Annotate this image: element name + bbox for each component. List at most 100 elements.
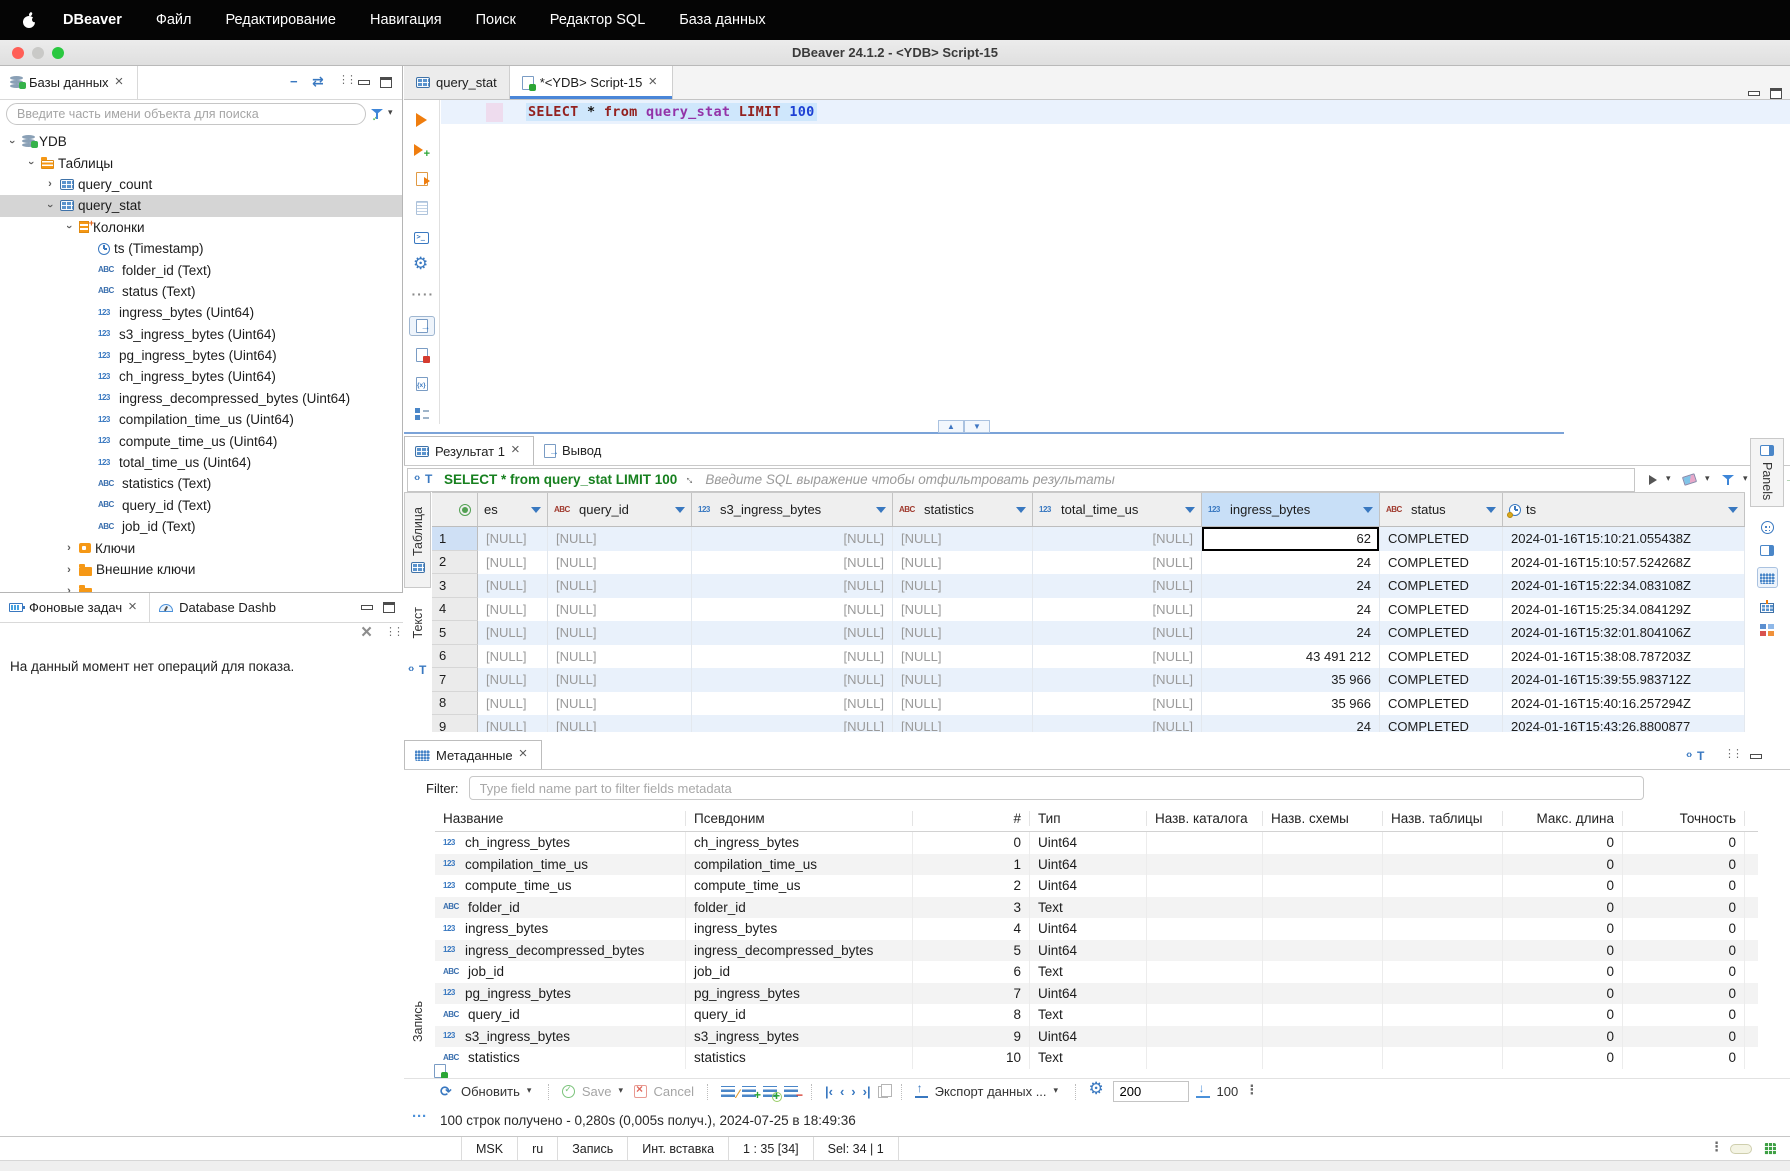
apple-menu-icon[interactable] [22,12,37,29]
grid-cell[interactable]: COMPLETED [1380,551,1503,575]
metadata-cell[interactable]: ingress_decompressed_bytes [686,940,913,962]
metadata-cell[interactable]: compute_time_us [686,875,913,897]
metadata-cell[interactable] [1147,897,1263,919]
grid-cell[interactable]: [NULL] [893,668,1033,692]
metadata-cell[interactable] [1383,875,1503,897]
metadata-cell[interactable]: 5 [913,940,1030,962]
grid-cell[interactable]: [NULL] [692,645,893,669]
results-filter-box[interactable]: SELECT * from query_stat LIMIT 100 Введи… [407,468,1635,492]
metadata-cell[interactable]: Uint64 [1030,983,1147,1005]
tree-item-ingress_decompressed_bytes[interactable]: ingress_decompressed_bytes (Uint64) [0,388,402,409]
metadata-cell[interactable]: 0 [1503,854,1623,876]
export-dropdown-icon[interactable] [1054,1087,1062,1097]
tree-item-pg_ingress_bytes[interactable]: pg_ingress_bytes (Uint64) [0,345,402,366]
grid-cell[interactable]: [NULL] [548,551,692,575]
metadata-cell[interactable]: 0 [1503,918,1623,940]
export-data-button[interactable]: Экспорт данных ... [935,1084,1047,1099]
last-row-icon[interactable]: ›| [863,1085,871,1098]
collapse-all-icon[interactable] [290,77,302,89]
refresh-icon[interactable] [440,1085,454,1099]
first-row-icon[interactable]: |‹ [825,1085,833,1098]
grid-cell[interactable]: [NULL] [893,551,1033,575]
tree-collapse-icon[interactable] [44,200,56,212]
tree-collapse-icon[interactable] [63,221,75,233]
sql-statement[interactable]: SELECT * from query_stat LIMIT 100 [526,103,817,121]
add-row-icon[interactable] [742,1086,756,1097]
column-header-ts[interactable]: ts [1503,493,1745,526]
row-number-cell[interactable]: 4 [432,598,478,622]
metadata-cell[interactable]: Uint64 [1030,854,1147,876]
tree-item-status[interactable]: status (Text) [0,281,402,302]
grid-cell[interactable]: [NULL] [548,715,692,732]
metadata-cell[interactable] [1147,1004,1263,1026]
minimize-view-icon[interactable] [361,605,373,610]
grid-cell[interactable]: [NULL] [548,527,692,551]
execute-new-tab-button[interactable] [409,139,435,159]
metadata-cell[interactable]: Uint64 [1030,940,1147,962]
metadata-cell[interactable] [1263,940,1383,962]
metadata-column-6[interactable]: Назв. схемы [1263,811,1383,826]
result-settings-icon[interactable] [1089,1083,1106,1100]
metadata-cell[interactable]: s3_ingress_bytes [435,1026,686,1048]
menu-item-2[interactable]: Файл [139,12,209,28]
minimize-view-icon[interactable] [1748,91,1760,96]
object-search-input[interactable] [6,103,366,125]
sql-editor[interactable]: SELECT * from query_stat LIMIT 100 [404,100,1790,424]
metadata-cell[interactable]: 0 [913,832,1030,854]
column-header-status[interactable]: status [1380,493,1503,526]
tree-item-Таблицы[interactable]: Таблицы [0,152,402,173]
record-mode-icon[interactable] [434,1064,446,1078]
grid-cell[interactable]: COMPLETED [1380,692,1503,716]
grid-cell[interactable]: [NULL] [692,621,893,645]
metadata-cell[interactable]: 0 [1623,1004,1745,1026]
grid-cell[interactable]: COMPLETED [1380,527,1503,551]
grid-cell[interactable]: 2024-01-16T15:32:01.804106Z [1503,621,1745,645]
tree-item-s3_ingress_bytes[interactable]: s3_ingress_bytes (Uint64) [0,324,402,345]
execute-statement-button[interactable] [409,110,435,130]
metadata-cell[interactable] [1263,1047,1383,1069]
row-number-cell[interactable]: 6 [432,645,478,669]
tree-item-partial[interactable] [0,580,402,592]
metadata-cell[interactable]: 9 [913,1026,1030,1048]
metadata-cell[interactable]: 0 [1503,1004,1623,1026]
grid-cell[interactable]: [NULL] [893,715,1033,732]
column-header-query_id[interactable]: query_id [548,493,692,526]
minimize-panel-icon[interactable] [1750,754,1762,759]
grid-cell[interactable]: 35 966 [1202,692,1380,716]
metadata-cell[interactable]: Text [1030,1004,1147,1026]
save-button[interactable]: Save [582,1084,612,1099]
menu-item-6[interactable]: Редактор SQL [533,12,662,28]
tree-item-job_id[interactable]: job_id (Text) [0,516,402,537]
metadata-cell[interactable] [1263,897,1383,919]
metadata-cell[interactable]: Text [1030,1047,1147,1069]
calculator-panel-button[interactable] [1757,567,1778,588]
grid-cell[interactable]: [NULL] [1033,598,1202,622]
close-icon[interactable] [511,444,523,458]
metadata-cell[interactable]: 0 [1503,1026,1623,1048]
grid-cell[interactable]: [NULL] [692,668,893,692]
tree-item-ingress_bytes[interactable]: ingress_bytes (Uint64) [0,302,402,323]
duplicate-row-icon[interactable] [763,1086,777,1097]
view-menu-icon[interactable] [385,627,395,642]
metadata-cell[interactable]: 0 [1503,1047,1623,1069]
grid-cell[interactable]: COMPLETED [1380,598,1503,622]
grid-cell[interactable]: [NULL] [893,692,1033,716]
metadata-cell[interactable] [1263,854,1383,876]
grid-cell[interactable]: [NULL] [692,598,893,622]
grid-cell[interactable]: [NULL] [478,692,548,716]
close-icon[interactable] [648,76,660,90]
tree-collapse-icon[interactable] [6,136,18,148]
sort-dropdown-icon[interactable] [1185,507,1195,513]
toolbar-overflow-icon[interactable] [1245,1084,1253,1099]
row-number-cell[interactable]: 2 [432,551,478,575]
result-grid[interactable]: esquery_ids3_ingress_bytesstatisticstota… [432,492,1745,732]
refresh-button[interactable]: Обновить [461,1084,520,1099]
menu-item-4[interactable]: Навигация [353,12,459,28]
row-number-cell[interactable]: 8 [432,692,478,716]
tree-item-ts[interactable]: ts (Timestamp) [0,238,402,259]
grid-cell[interactable]: [NULL] [893,645,1033,669]
tree-item-Внешние[interactable]: Внешние ключи [0,559,402,580]
tree-expand-icon[interactable] [44,178,56,190]
column-header-ingress_bytes[interactable]: ingress_bytes [1202,493,1380,526]
metadata-cell[interactable]: 8 [913,1004,1030,1026]
